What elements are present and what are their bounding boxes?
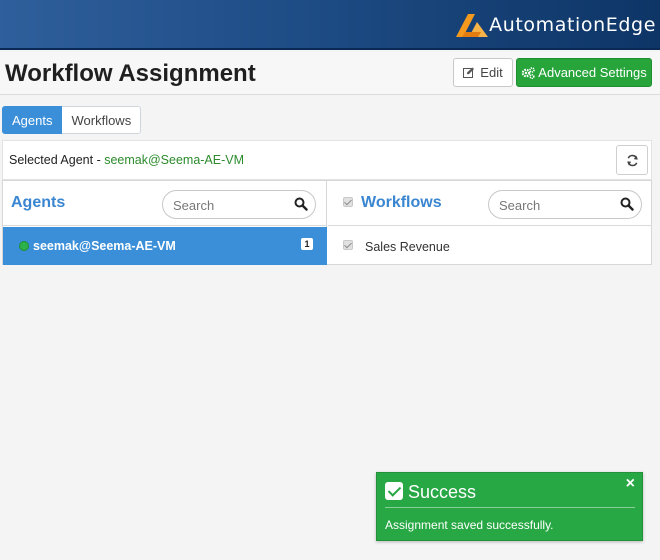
workflow-checkbox[interactable]	[343, 240, 353, 250]
assignment-panels: Agents Search seemak@Seema-AE-VM 1 Workf…	[2, 180, 652, 265]
edit-button[interactable]: Edit	[453, 58, 513, 87]
success-toast: Success × Assignment saved successfully.	[376, 472, 643, 541]
selected-agent-label: Selected Agent -	[9, 153, 105, 167]
workflow-count-badge: 1	[301, 238, 313, 250]
view-tabs: Agents Workflows	[2, 106, 142, 134]
advanced-settings-label: Advanced Settings	[538, 65, 647, 80]
workflows-panel-header: Workflows Search	[328, 181, 651, 226]
toast-message: Assignment saved successfully.	[385, 518, 554, 532]
tab-agents[interactable]: Agents	[2, 106, 63, 134]
agent-name: seemak@Seema-AE-VM	[33, 239, 176, 253]
page-title: Workflow Assignment	[5, 60, 256, 87]
refresh-button[interactable]	[616, 145, 648, 175]
selected-agent-value: seemak@Seema-AE-VM	[104, 153, 245, 167]
search-icon[interactable]	[620, 197, 634, 211]
title-bar: Workflow Assignment Edit Advanced Settin…	[0, 52, 660, 95]
brand-name: AutomationEdge	[489, 14, 656, 36]
gears-icon	[521, 66, 536, 79]
tab-workflows[interactable]: Workflows	[62, 106, 142, 134]
edit-icon	[463, 67, 475, 78]
workflows-search-input[interactable]: Search	[488, 190, 642, 219]
workflows-panel-title: Workflows	[361, 194, 442, 211]
top-header: AutomationEdge	[0, 0, 660, 50]
agents-panel-title: Agents	[11, 194, 66, 211]
refresh-icon	[626, 154, 638, 166]
workflow-name: Sales Revenue	[365, 240, 450, 254]
agent-list-item[interactable]: seemak@Seema-AE-VM 1	[3, 227, 327, 265]
agents-search-input[interactable]: Search	[162, 190, 316, 219]
agents-panel: Agents Search seemak@Seema-AE-VM 1	[3, 181, 327, 265]
check-square-icon	[385, 482, 403, 500]
select-all-checkbox[interactable]	[343, 197, 353, 207]
advanced-settings-button[interactable]: Advanced Settings	[516, 58, 652, 87]
workflows-search-placeholder: Search	[499, 198, 541, 213]
automationedge-logo-icon	[456, 14, 489, 37]
selected-agent-bar: Selected Agent - seemak@Seema-AE-VM	[2, 140, 652, 180]
edit-button-label: Edit	[480, 65, 503, 80]
agents-panel-header: Agents Search	[3, 181, 326, 226]
close-icon[interactable]: ×	[626, 475, 635, 493]
toast-divider	[385, 507, 635, 508]
brand-logo[interactable]: AutomationEdge	[455, 10, 656, 40]
selected-agent-text: Selected Agent - seemak@Seema-AE-VM	[9, 153, 244, 167]
workflows-panel: Workflows Search Sales Revenue	[328, 181, 651, 264]
toast-title: Success	[408, 482, 477, 502]
search-icon[interactable]	[294, 197, 308, 211]
online-status-icon	[19, 241, 29, 251]
agents-search-placeholder: Search	[173, 198, 215, 213]
